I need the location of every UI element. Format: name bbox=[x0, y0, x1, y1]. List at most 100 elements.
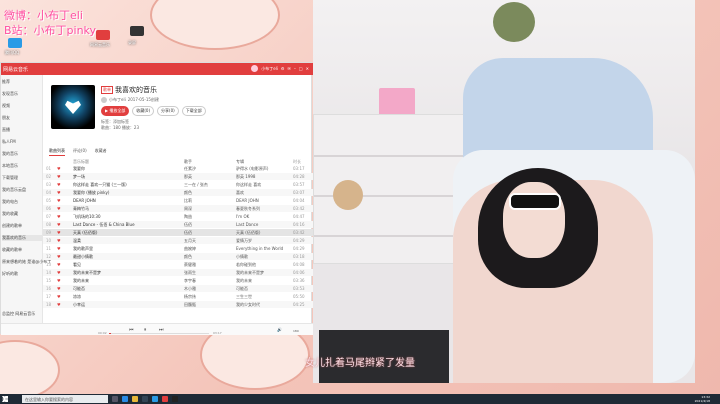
table-row[interactable]: 14 我的未来不是梦 张雨生 我的未来不是梦 04:06 ♥ bbox=[43, 269, 313, 276]
song-album[interactable]: 天真 (伍佰版) bbox=[236, 230, 290, 236]
qq-icon[interactable] bbox=[8, 38, 22, 48]
volume-icon[interactable]: 🔊 bbox=[277, 327, 282, 332]
song-title[interactable]: 可能否 bbox=[73, 286, 183, 292]
table-row[interactable]: 07 飞机场的10:30 陶喆 I'm OK 04:47 ♥ bbox=[43, 213, 313, 220]
like-icon[interactable]: ♥ bbox=[57, 174, 61, 179]
sidebar-item[interactable]: 我的音乐云盘 bbox=[2, 187, 26, 193]
song-title[interactable]: 凉凉 bbox=[73, 294, 183, 300]
like-icon[interactable]: ♥ bbox=[57, 286, 61, 291]
sidebar-item[interactable]: 本地音乐 bbox=[2, 163, 18, 169]
sidebar-item[interactable]: 我的音乐 bbox=[2, 151, 18, 157]
table-row[interactable]: 17 凉凉 杨宗纬 三生三世 05:50 ♥ bbox=[43, 293, 313, 300]
like-icon[interactable]: ♥ bbox=[57, 230, 61, 235]
song-album[interactable]: 小情歌 bbox=[236, 254, 290, 260]
song-album[interactable]: I'm OK bbox=[236, 214, 290, 219]
song-title[interactable]: 天真 (伍佰版) bbox=[73, 230, 183, 236]
song-artist[interactable]: 蔡健雅 bbox=[184, 262, 234, 268]
like-icon[interactable]: ♥ bbox=[57, 190, 61, 195]
song-artist[interactable]: 张雨生 bbox=[184, 270, 234, 276]
song-title[interactable]: 我要你 (播放 pinky) bbox=[73, 190, 183, 196]
table-row[interactable]: 18 小幸运 田馥甄 我的少女时代 04:25 ♥ bbox=[43, 301, 313, 308]
like-icon[interactable]: ♥ bbox=[57, 166, 61, 171]
obs-icon[interactable] bbox=[172, 396, 178, 402]
table-row[interactable]: 01 我要你 任素汐 驴得水 (电影原声) 03:17 ♥ bbox=[43, 165, 313, 172]
sidebar-item[interactable]: 我喜欢的音乐 bbox=[2, 235, 42, 241]
song-album[interactable]: Everything in the World bbox=[236, 246, 290, 251]
song-artist[interactable]: 三一在 / 张杰 bbox=[184, 182, 234, 188]
netease-music-icon[interactable] bbox=[96, 30, 110, 40]
song-artist[interactable]: 比莉 bbox=[184, 198, 234, 204]
sidebar-item[interactable]: 我的收藏 bbox=[2, 211, 18, 217]
edge-icon[interactable] bbox=[122, 396, 128, 402]
song-album[interactable]: 喜欢 bbox=[236, 190, 290, 196]
like-icon[interactable]: ♥ bbox=[57, 182, 61, 187]
song-title[interactable]: 我的歌声里 bbox=[73, 246, 183, 252]
sidebar-item[interactable]: 创建的歌单 bbox=[2, 223, 22, 229]
sidebar-footer[interactable]: 总监控 网易云音乐 bbox=[2, 311, 35, 317]
song-artist[interactable]: 伍佰 bbox=[184, 222, 234, 228]
table-row[interactable]: 12 最甜小情歌 颜色 小情歌 03:18 ♥ bbox=[43, 253, 313, 260]
folder-icon[interactable] bbox=[132, 396, 138, 402]
table-row[interactable]: 06 青梅竹马 周深 春夏秋冬系列 03:42 ♥ bbox=[43, 205, 313, 212]
music-taskbar-icon[interactable] bbox=[162, 396, 168, 402]
table-row[interactable]: 03 你这样走 喜欢一只猫 (三一版) 三一在 / 张杰 你这样走 喜欢 03:57 ♥ bbox=[43, 181, 313, 188]
tab-collectors[interactable]: 收藏者 bbox=[95, 148, 107, 156]
song-title[interactable]: DEAR JOHN bbox=[73, 198, 183, 203]
song-album[interactable]: 我的少女时代 bbox=[236, 302, 290, 308]
song-title[interactable]: 我的未来不是梦 bbox=[73, 270, 183, 276]
song-title[interactable]: 我的未来 bbox=[73, 278, 183, 284]
sidebar-item[interactable]: 直播 bbox=[2, 127, 10, 133]
song-title[interactable]: 梦一场 bbox=[73, 174, 183, 180]
sidebar-item[interactable]: 朋友 bbox=[2, 115, 10, 121]
sidebar-item[interactable]: 发现音乐 bbox=[2, 91, 18, 97]
table-row[interactable]: 04 我要你 (播放 pinky) 颜色 喜欢 03:07 ♥ bbox=[43, 189, 313, 196]
like-icon[interactable]: ♥ bbox=[57, 214, 61, 219]
download-all-button[interactable]: 下载全部 bbox=[181, 106, 206, 116]
song-album[interactable]: 可能否 bbox=[236, 286, 290, 292]
song-album[interactable]: DEAR JOHN bbox=[236, 198, 290, 203]
song-artist[interactable]: 颜色 bbox=[184, 254, 234, 260]
table-row[interactable]: 09 天真 (伍佰版) 伍佰 天真 (伍佰版) 03:42 ♥ bbox=[43, 229, 313, 236]
song-artist[interactable]: 那英 bbox=[184, 174, 234, 180]
creator-avatar[interactable] bbox=[101, 97, 107, 103]
song-artist[interactable]: 田馥甄 bbox=[184, 302, 234, 308]
collect-button[interactable]: 收藏(0) bbox=[132, 106, 155, 116]
like-icon[interactable]: ♥ bbox=[57, 294, 61, 299]
like-icon[interactable]: ♥ bbox=[57, 254, 61, 259]
song-artist[interactable]: 五月天 bbox=[184, 238, 234, 244]
sidebar-item[interactable]: 下载管理 bbox=[2, 175, 18, 181]
avatar[interactable] bbox=[251, 65, 259, 72]
maximize-icon[interactable]: □ bbox=[299, 66, 303, 71]
like-icon[interactable]: ♥ bbox=[57, 206, 61, 211]
like-icon[interactable]: ♥ bbox=[57, 270, 61, 275]
song-album[interactable]: 那英 1998 bbox=[236, 174, 290, 180]
song-artist[interactable]: 伍佰 bbox=[184, 230, 234, 236]
close-icon[interactable]: ✕ bbox=[306, 66, 309, 71]
song-title[interactable]: 温柔 bbox=[73, 238, 183, 244]
song-artist[interactable]: 木小雅 bbox=[184, 286, 234, 292]
progress-bar[interactable] bbox=[109, 333, 209, 334]
song-artist[interactable]: 任素汐 bbox=[184, 166, 234, 172]
task-view-icon[interactable] bbox=[112, 396, 118, 402]
table-row[interactable]: 08 Last Dance - 伍佰 & China Blue 伍佰 Last Dan… bbox=[43, 221, 313, 228]
tab-comments[interactable]: 评论(0) bbox=[73, 148, 87, 156]
like-icon[interactable]: ♥ bbox=[57, 262, 61, 267]
song-title[interactable]: 小幸运 bbox=[73, 302, 183, 308]
song-title[interactable]: 青梅竹马 bbox=[73, 206, 183, 212]
sidebar-item[interactable]: 我的电台 bbox=[2, 199, 18, 205]
song-album[interactable]: 驴得水 (电影原声) bbox=[236, 166, 290, 172]
playlist-count[interactable]: 180 bbox=[293, 329, 299, 333]
table-row[interactable]: 10 温柔 五月天 爱情万岁 04:29 ♥ bbox=[43, 237, 313, 244]
like-icon[interactable]: ♥ bbox=[57, 302, 61, 307]
song-album[interactable]: 三生三世 bbox=[236, 294, 290, 300]
like-icon[interactable]: ♥ bbox=[57, 222, 61, 227]
steam-icon[interactable] bbox=[142, 396, 148, 402]
sidebar-item[interactable]: 视频 bbox=[2, 103, 10, 109]
song-album[interactable]: 我的未来不是梦 bbox=[236, 270, 290, 276]
creator-name[interactable]: 小布丁eli bbox=[109, 97, 126, 103]
like-icon[interactable]: ♥ bbox=[57, 246, 61, 251]
minimize-icon[interactable]: – bbox=[294, 66, 296, 71]
song-artist[interactable]: 周深 bbox=[184, 206, 234, 212]
tab-songs[interactable]: 歌曲列表 bbox=[49, 148, 65, 156]
song-artist[interactable]: 曲婉婷 bbox=[184, 246, 234, 252]
